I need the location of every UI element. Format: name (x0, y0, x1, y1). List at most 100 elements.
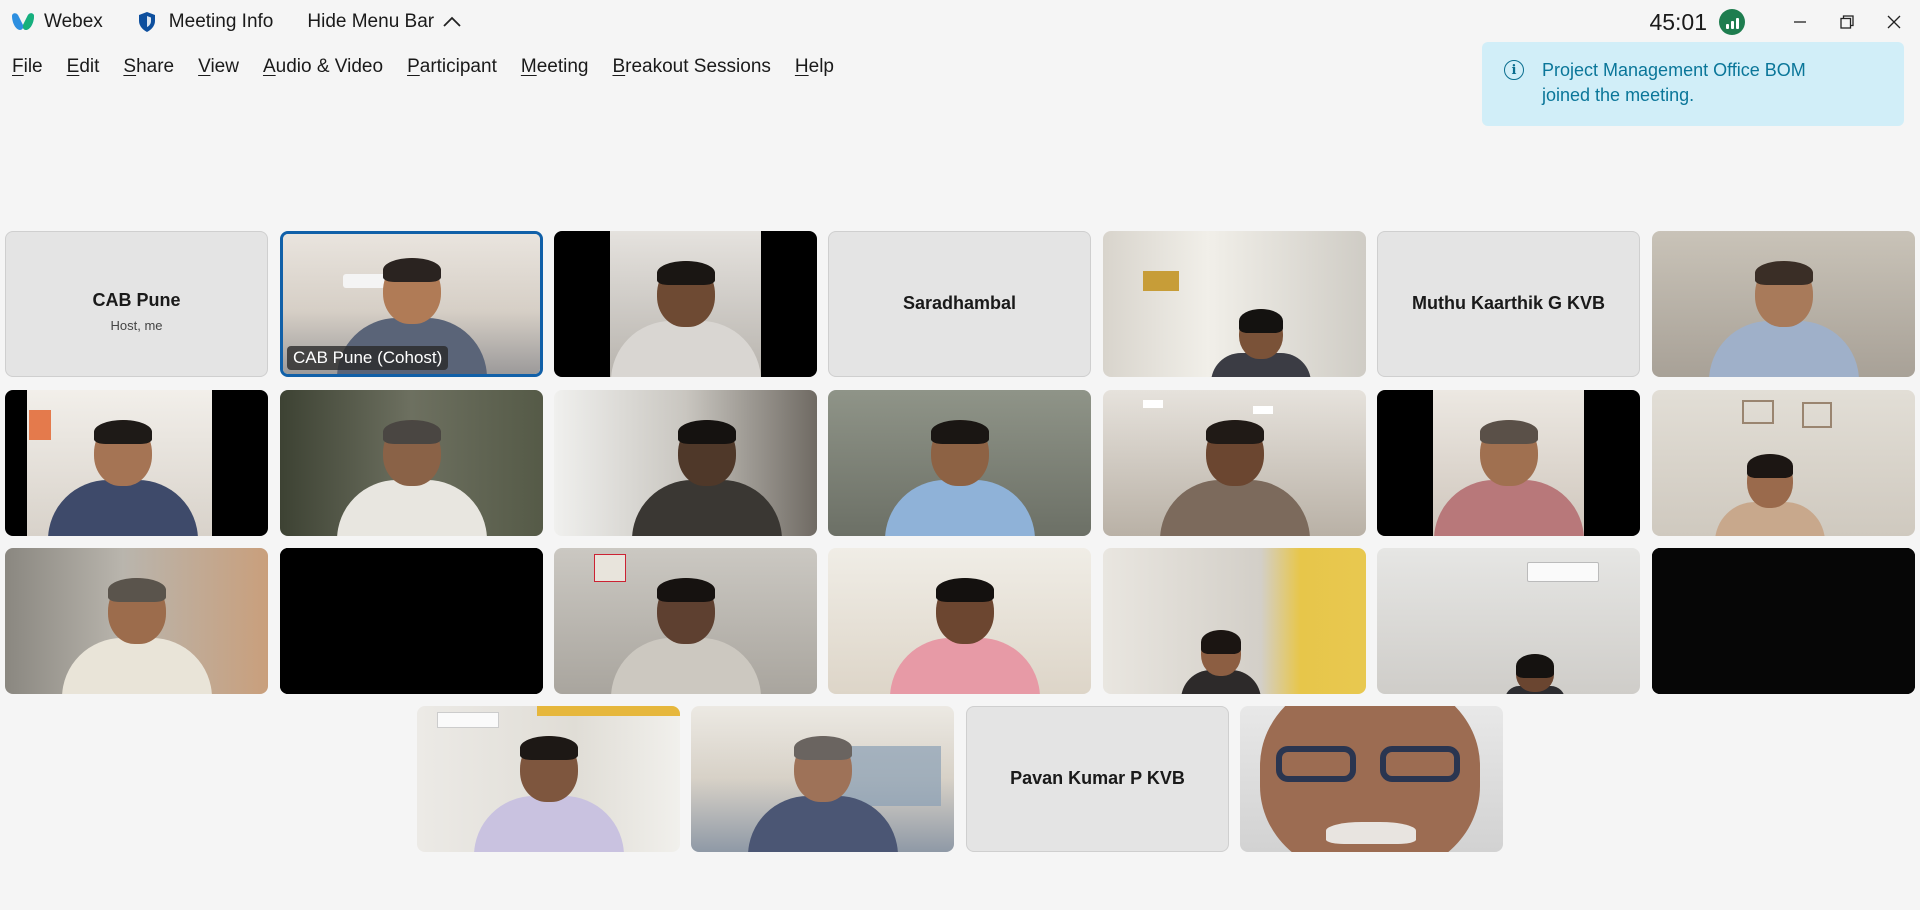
hide-menu-bar-label: Hide Menu Bar (307, 11, 435, 32)
menu-help[interactable]: Help (795, 56, 834, 78)
video-feed (1652, 390, 1915, 536)
meeting-info-label: Meeting Info (168, 11, 274, 32)
restore-button[interactable] (1824, 2, 1869, 42)
video-feed (5, 548, 268, 694)
menu-share-accel: S (123, 56, 137, 77)
menu-edit[interactable]: Edit (67, 56, 100, 78)
menu-breakout-accel: B (612, 56, 626, 77)
video-feed (5, 390, 268, 536)
participant-tile-7[interactable] (1652, 231, 1915, 377)
menu-audio-video[interactable]: Audio & Video (263, 56, 383, 78)
video-feed (1377, 548, 1640, 694)
participant-tile-17[interactable] (554, 548, 817, 694)
minimize-icon (1793, 21, 1806, 23)
participant-tile-18[interactable] (828, 548, 1091, 694)
video-feed (417, 706, 680, 852)
participant-tile-14[interactable] (1652, 390, 1915, 536)
menu-edit-label: dit (79, 56, 100, 77)
webex-app-button[interactable]: Webex (10, 11, 103, 33)
restore-icon (1839, 15, 1854, 29)
menu-file-label: ile (23, 56, 43, 77)
participant-tile-12[interactable] (1103, 390, 1366, 536)
participant-tile-23[interactable] (691, 706, 954, 852)
participant-tile-cab-pune-cohost[interactable]: CAB Pune (Cohost) (280, 231, 543, 377)
participant-tile-25[interactable] (1240, 706, 1503, 852)
participant-tile-cab-pune[interactable]: CAB Pune Host, me (5, 231, 268, 377)
participant-name: Muthu Kaarthik G KVB (1411, 293, 1605, 313)
menu-audio-video-accel: A (262, 56, 276, 77)
participant-tile-3[interactable] (554, 231, 817, 377)
video-feed (554, 390, 817, 536)
menu-breakout-label: reakout Sessions (625, 56, 771, 77)
menu-audio-video-label: udio & Video (275, 56, 384, 77)
video-feed (554, 548, 817, 694)
menu-view-label: iew (210, 56, 239, 77)
participant-tile-9[interactable] (280, 390, 543, 536)
webex-logo-icon (12, 13, 34, 30)
video-feed (828, 548, 1091, 694)
participant-name: Pavan Kumar P KVB (1010, 768, 1185, 788)
menu-share-label: hare (136, 56, 175, 77)
shield-icon (138, 12, 155, 32)
participant-tile-saradhambal[interactable]: Saradhambal (828, 231, 1091, 377)
menu-participant-accel: P (407, 56, 420, 77)
video-feed (1103, 548, 1366, 694)
meeting-info-button[interactable]: Meeting Info (137, 11, 274, 33)
video-feed (1103, 231, 1366, 377)
video-feed (828, 390, 1091, 536)
menu-help-label: elp (808, 56, 834, 77)
video-feed (280, 390, 543, 536)
toast-message: Project Management Office BOM joined the… (1542, 60, 1806, 105)
menu-file[interactable]: File (12, 56, 43, 78)
join-notification-toast[interactable]: i Project Management Office BOM joined t… (1482, 42, 1904, 126)
video-feed (1103, 390, 1366, 536)
participant-tile-20[interactable] (1377, 548, 1640, 694)
video-feed (1652, 548, 1915, 694)
video-feed (554, 231, 817, 377)
menu-meeting-label: eeting (536, 56, 589, 77)
close-button[interactable] (1871, 2, 1916, 42)
menu-help-accel: H (794, 56, 809, 77)
hide-menu-bar-button[interactable]: Hide Menu Bar (307, 11, 462, 33)
participant-tile-pavan-kumar[interactable]: Pavan Kumar P KVB (966, 706, 1229, 852)
menu-participant-label: articipant (419, 56, 497, 77)
video-feed (280, 548, 543, 694)
menu-view-accel: V (198, 56, 211, 77)
participant-tile-10[interactable] (554, 390, 817, 536)
participant-tile-21[interactable] (1652, 548, 1915, 694)
info-icon: i (1504, 60, 1524, 80)
participant-tile-13[interactable] (1377, 390, 1640, 536)
participant-tile-16[interactable] (280, 548, 543, 694)
chevron-up-icon (443, 16, 461, 27)
menu-file-accel: F (12, 56, 24, 77)
network-signal-icon[interactable] (1719, 9, 1745, 35)
app-name: Webex (44, 11, 103, 32)
minimize-button[interactable] (1777, 2, 1822, 42)
video-feed (1652, 231, 1915, 377)
video-feed (691, 706, 954, 852)
participant-tile-muthu-kaarthik[interactable]: Muthu Kaarthik G KVB (1377, 231, 1640, 377)
participant-tile-22[interactable] (417, 706, 680, 852)
menu-bar: File Edit Share View Audio & Video Parti… (0, 50, 858, 84)
close-icon (1887, 15, 1900, 29)
title-bar: Webex Meeting Info Hide Menu Bar 45:01 (0, 0, 1920, 44)
participant-tile-5[interactable] (1103, 231, 1366, 377)
participant-role: Host, me (110, 318, 163, 333)
participant-tile-8[interactable] (5, 390, 268, 536)
video-feed (1240, 706, 1503, 852)
participant-tile-19[interactable] (1103, 548, 1366, 694)
menu-edit-accel: E (66, 56, 80, 77)
participant-tile-15[interactable] (5, 548, 268, 694)
menu-view[interactable]: View (198, 56, 239, 78)
menu-participant[interactable]: Participant (407, 56, 497, 78)
participant-name: CAB Pune (92, 290, 181, 310)
participant-name: Saradhambal (902, 293, 1017, 313)
menu-meeting[interactable]: Meeting (521, 56, 589, 78)
meeting-timer: 45:01 (1649, 8, 1707, 35)
menu-share[interactable]: Share (123, 56, 174, 78)
menu-meeting-accel: M (520, 56, 537, 77)
menu-breakout-sessions[interactable]: Breakout Sessions (612, 56, 770, 78)
video-feed (1377, 390, 1640, 536)
participant-tile-11[interactable] (828, 390, 1091, 536)
participant-name-label: CAB Pune (Cohost) (287, 346, 449, 370)
